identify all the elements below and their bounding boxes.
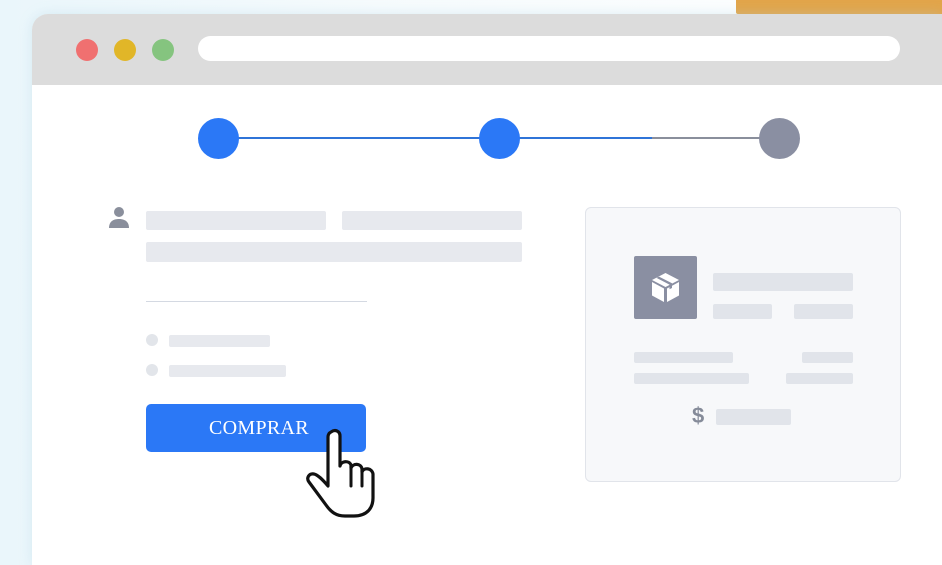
last-name-field-placeholder[interactable] [342, 211, 522, 230]
first-name-field-placeholder[interactable] [146, 211, 326, 230]
product-meta-placeholder-1 [713, 304, 772, 319]
shipping-label-placeholder [634, 373, 749, 384]
step-2-indicator[interactable] [479, 118, 520, 159]
user-icon [108, 206, 130, 230]
product-thumbnail [634, 256, 697, 319]
product-title-placeholder [713, 273, 853, 291]
option-1-radio[interactable] [146, 334, 158, 346]
corner-accent [736, 0, 942, 14]
currency-symbol: $ [692, 403, 705, 428]
shipping-value-placeholder [786, 373, 853, 384]
product-meta-placeholder-2 [794, 304, 853, 319]
form-divider [146, 301, 367, 302]
order-summary-card: $ [585, 207, 901, 482]
step-3-indicator[interactable] [759, 118, 800, 159]
option-1-label-placeholder [169, 335, 270, 347]
option-2-label-placeholder [169, 365, 286, 377]
step-connector-1 [219, 137, 500, 139]
stage: COMPRAR $ [0, 0, 942, 565]
browser-window: COMPRAR $ [32, 14, 942, 565]
address-field-placeholder[interactable] [146, 242, 522, 262]
step-connector-2-done [500, 137, 652, 139]
package-box-icon [652, 273, 679, 302]
step-1-indicator[interactable] [198, 118, 239, 159]
total-amount-placeholder [716, 409, 791, 425]
subtotal-label-placeholder [634, 352, 733, 363]
option-2-radio[interactable] [146, 364, 158, 376]
hand-pointer-icon [304, 428, 380, 520]
subtotal-value-placeholder [802, 352, 853, 363]
